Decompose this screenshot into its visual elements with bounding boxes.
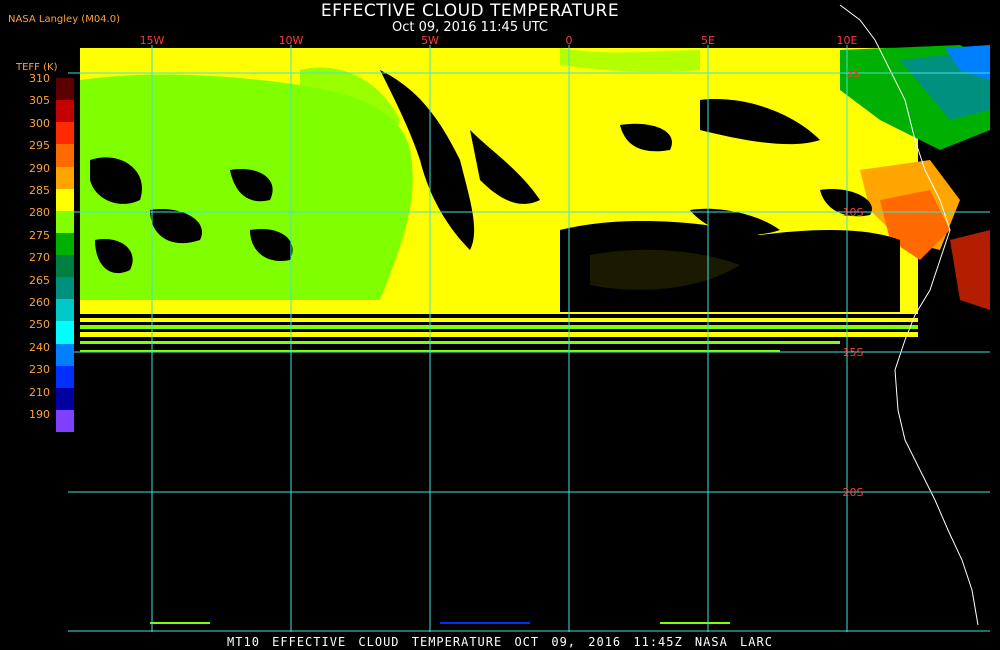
color-scale-segment [56,277,74,300]
latitude-label: 5S [846,67,860,80]
color-scale-segment [56,232,74,255]
latitude-label: 20S [843,486,864,499]
legend-tick-label: 250 [29,318,50,332]
color-scale-segment [56,100,74,123]
longitude-label: 10E [837,34,858,47]
longitude-label: 10W [279,34,304,47]
color-scale-segment [56,387,74,410]
map-title: EFFECTIVE CLOUD TEMPERATURE [320,1,620,21]
color-scale-segment [56,210,74,233]
longitude-label: 0 [566,34,573,47]
legend-tick-label: 265 [29,273,50,287]
legend-tick-label: 290 [29,161,50,175]
color-scale-segment [56,365,74,388]
legend-tick-label: 230 [29,363,50,377]
legend-tick-label: 210 [29,385,50,399]
legend-tick-label: 260 [29,296,50,309]
cloud-field [80,45,990,624]
color-scale-segment [56,144,74,167]
legend-tick-label: 300 [29,116,50,130]
map-timestamp: Oct 09, 2016 11:45 UTC [392,20,548,35]
cloud-temperature-map: 15W 10W 5W 0 5E 10E 5S 10S 15S 20S [68,4,990,632]
legend-tick-label: 270 [29,251,50,265]
legend-tick-label: 190 [29,408,50,421]
color-scale-segment [56,166,74,189]
color-scale-segment [56,122,74,145]
legend-tick-label: 275 [29,228,50,242]
satellite-image-page: 15W 10W 5W 0 5E 10E 5S 10S 15S 20S EFFECTIVE CLOU… [0,0,1000,650]
footer-caption: MT10 EFFECTIVE CLOUD TEMPERATURE OCT 09,… [227,635,773,649]
latitude-label: 10S [843,206,864,219]
legend-tick-label: 295 [29,139,50,153]
longitude-label: 5W [421,34,439,47]
legend-tick-label: 280 [29,206,50,220]
longitude-label: 5E [701,34,715,47]
color-scale-segment [56,321,74,344]
color-scale-segment [56,255,74,278]
longitude-label: 15W [140,34,165,47]
color-scale-segment [56,78,74,101]
legend-tick-label: 240 [29,340,50,354]
color-scale-segment [56,343,74,366]
brand-label: NASA Langley (M04.0) [8,14,120,25]
legend-tick-label: 305 [29,94,50,108]
legend-tick-label: 285 [29,184,50,197]
color-scale-segment [56,299,74,322]
color-scale-segment [56,409,74,432]
color-scale-bar [56,78,74,432]
legend-tick-label: 310 [29,72,50,85]
color-scale-segment [56,188,74,211]
latitude-label: 15S [843,346,864,359]
